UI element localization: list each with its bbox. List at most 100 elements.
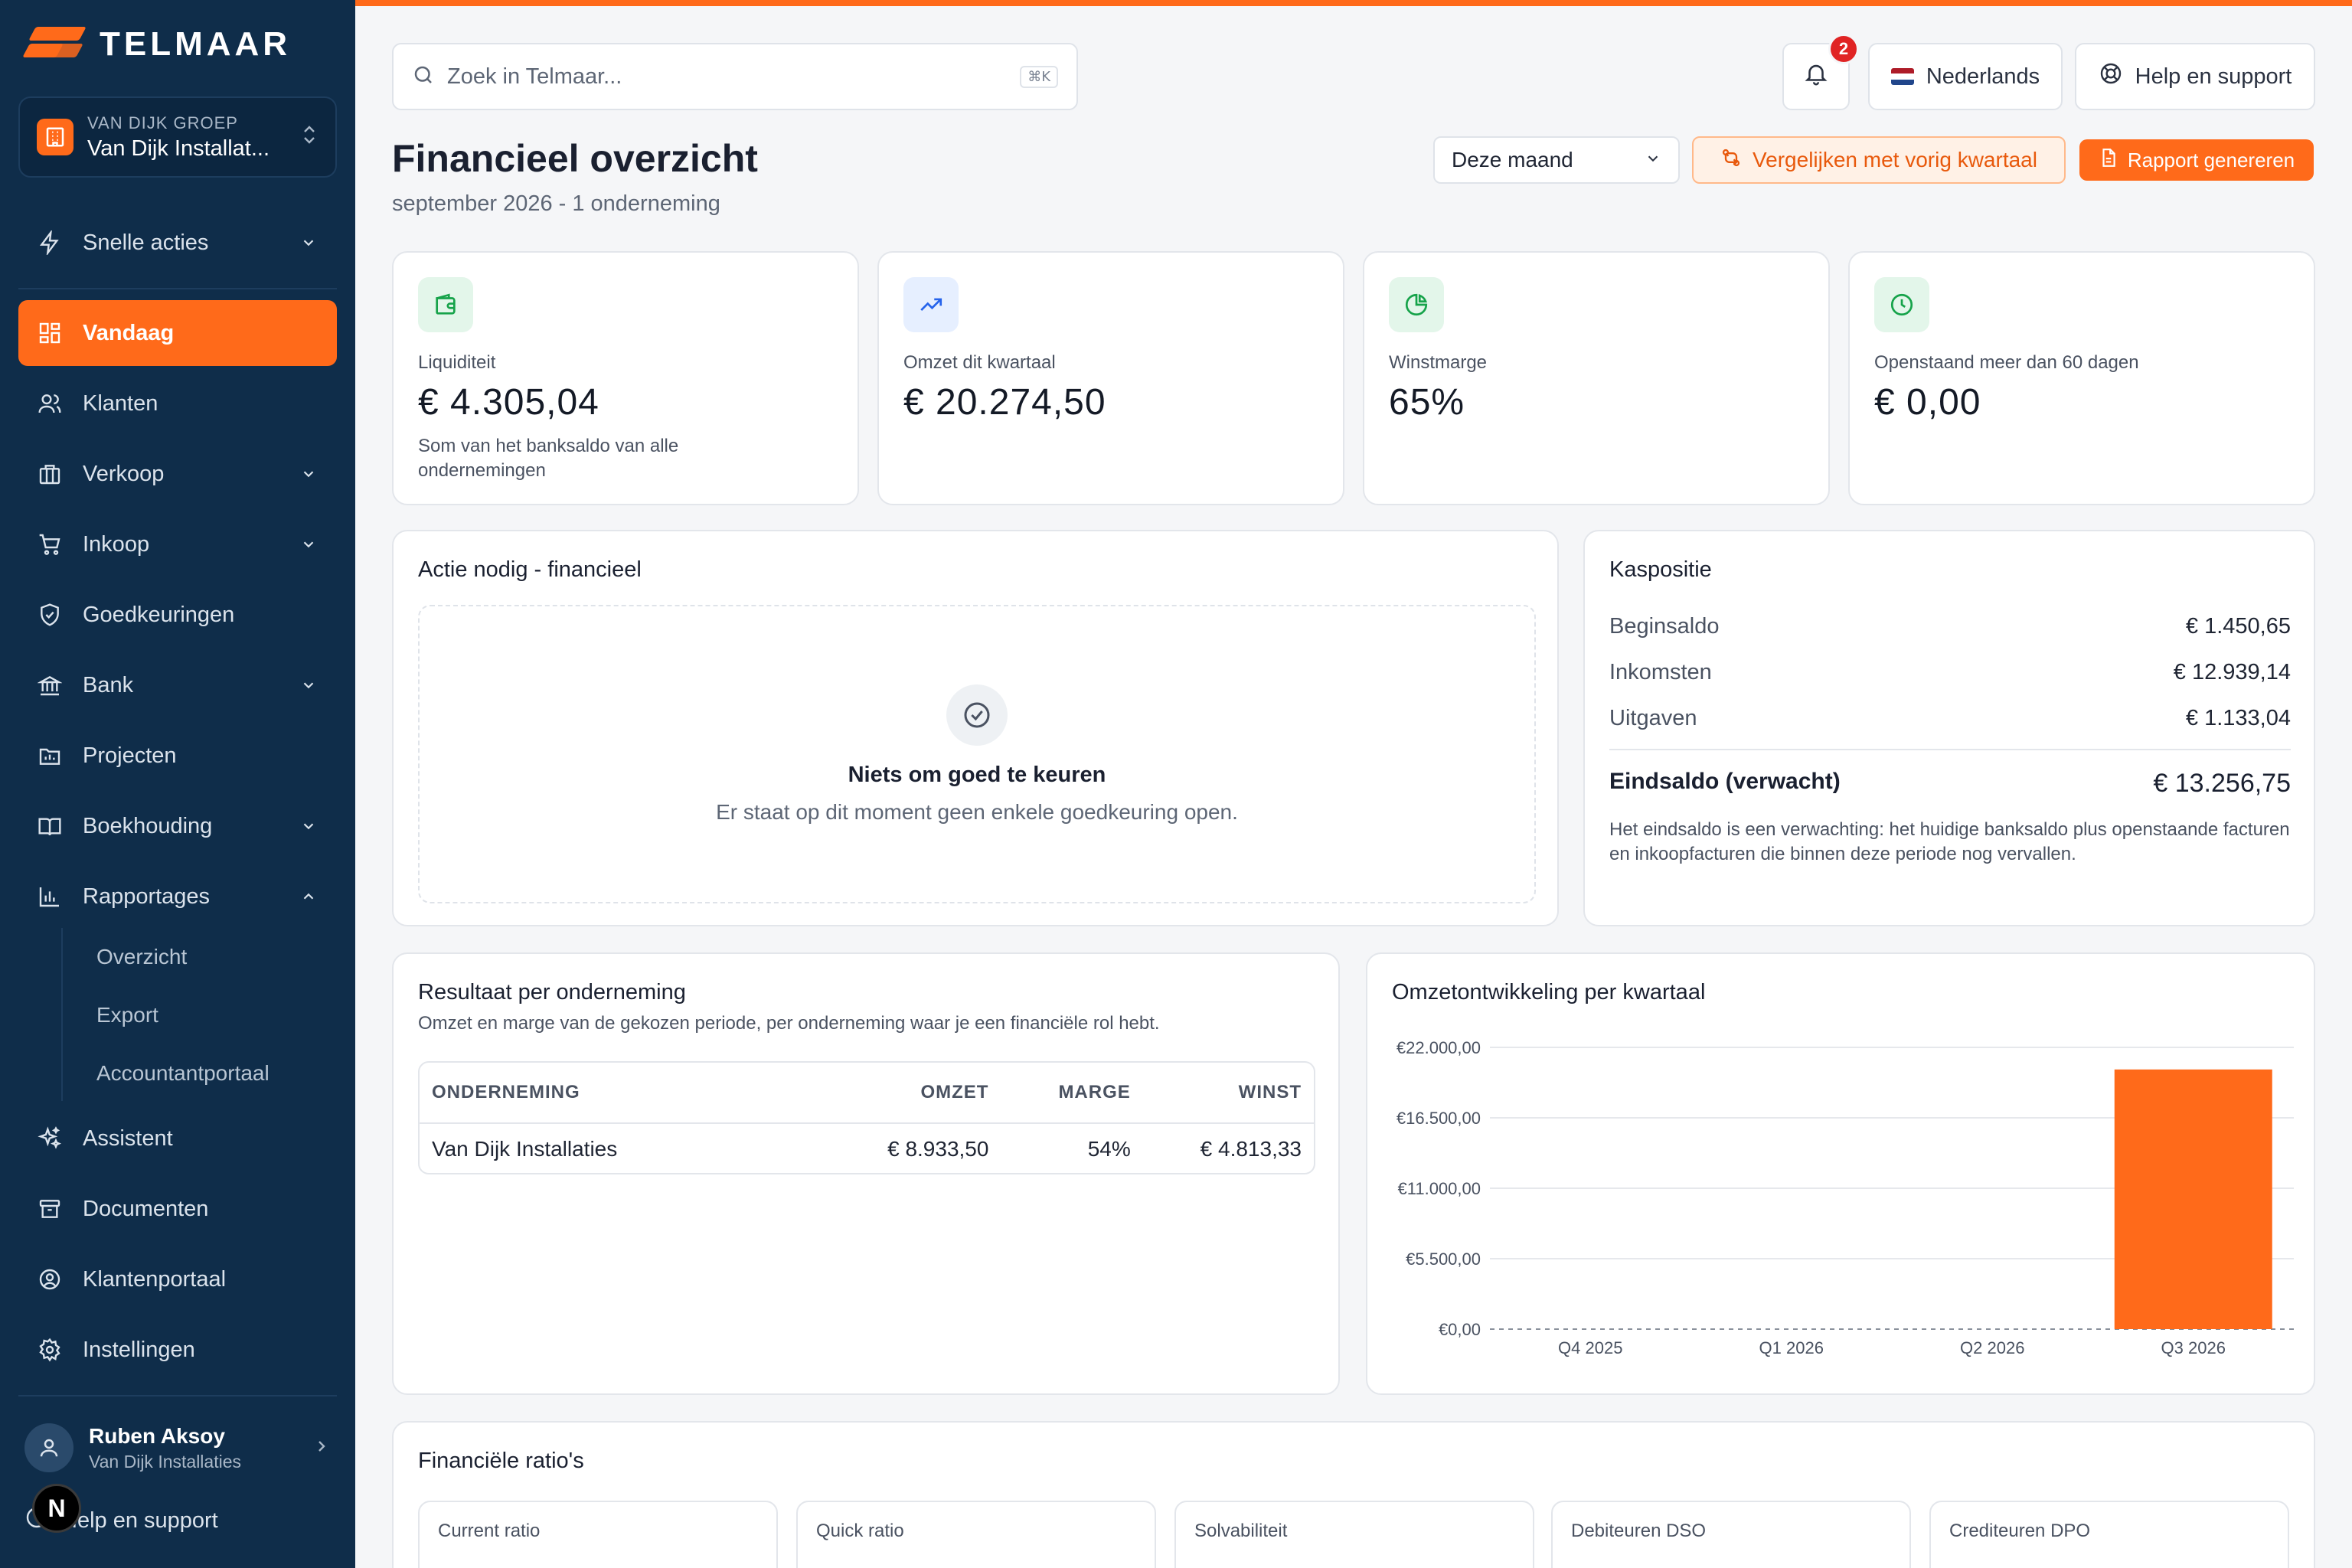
col-winst[interactable]: WINST (1131, 1082, 1302, 1103)
kaspositie-title: Kaspositie (1609, 557, 1712, 582)
nav-label: Instellingen (83, 1337, 195, 1362)
nav-klantenportaal[interactable]: Klantenportaal (18, 1246, 337, 1312)
chevron-down-icon (299, 464, 318, 484)
nav-label: Vandaag (83, 320, 175, 345)
help-support-button[interactable]: Help en support (2075, 43, 2315, 110)
kas-row-inkomsten: Inkomsten € 12.939,14 (1609, 660, 2291, 685)
actie-nodig-title: Actie nodig - financieel (418, 557, 642, 582)
nav-boekhouding[interactable]: Boekhouding (18, 793, 337, 859)
nav-sub-export[interactable]: Export (96, 1003, 158, 1027)
nav-inkoop[interactable]: Inkoop (18, 511, 337, 577)
page-title: Financieel overzicht (392, 137, 758, 180)
org-switcher[interactable]: VAN DIJK GROEP Van Dijk Installat... (18, 96, 337, 178)
ratio-card-solvabiliteit[interactable]: Solvabiliteit (1174, 1501, 1534, 1568)
notifications-button[interactable]: 2 (1782, 34, 1859, 110)
top-accent-bar (355, 0, 2352, 6)
nav-label: Rapportages (83, 884, 211, 909)
period-select[interactable]: Deze maand (1433, 136, 1680, 184)
trending-up-icon (903, 277, 959, 332)
compare-quarter-label: Vergelijken met vorig kwartaal (1753, 148, 2037, 172)
chart-bar (2114, 1069, 2272, 1329)
nav-rapportages[interactable]: Rapportages (18, 864, 337, 929)
nav-divider (18, 288, 337, 289)
nav-goedkeuringen[interactable]: Goedkeuringen (18, 582, 337, 648)
bell-icon (1803, 60, 1829, 93)
user-org: Van Dijk Installaties (89, 1451, 241, 1472)
store-icon (37, 461, 63, 487)
chart-y-tick-label: €16.500,00 (1396, 1109, 1481, 1128)
col-marge[interactable]: MARGE (988, 1082, 1130, 1103)
search-input[interactable] (447, 64, 1021, 90)
lightning-icon (37, 230, 63, 256)
omzet-chart-card: Omzetontwikkeling per kwartaal €0,00 €5.5… (1366, 952, 2315, 1395)
chart-x-tick-label: Q4 2025 (1558, 1338, 1622, 1357)
resultaat-title: Resultaat per onderneming (418, 980, 686, 1004)
chevron-down-icon (299, 233, 318, 253)
user-circle-icon (37, 1266, 63, 1292)
chevron-down-icon (299, 675, 318, 695)
chart-y-tick-label: €0,00 (1439, 1320, 1481, 1339)
flag-nl-icon (1890, 68, 1914, 85)
chart-x-tick-label: Q2 2026 (1960, 1338, 2024, 1357)
nav-vandaag[interactable]: Vandaag (18, 300, 337, 366)
cell-omzet: € 8.933,50 (887, 1137, 989, 1161)
nav-sub-accountantportaal[interactable]: Accountantportaal (96, 1061, 270, 1086)
nav-label: Boekhouding (83, 813, 213, 838)
kpi-card-openstaand: Openstaand meer dan 60 dagen € 0,00 (1848, 251, 2315, 505)
nav-label: Assistent (83, 1125, 173, 1151)
language-button[interactable]: Nederlands (1868, 43, 2063, 110)
kas-total-value: € 13.256,75 (2153, 769, 2291, 798)
table-row[interactable]: Van Dijk Installaties € 8.933,50 54% € 4… (420, 1124, 1314, 1173)
nav-projecten[interactable]: Projecten (18, 723, 337, 789)
kas-value: € 1.450,65 (2185, 614, 2291, 639)
nav-snelle-acties[interactable]: Snelle acties (18, 210, 337, 276)
ratio-label: Solvabiliteit (1194, 1521, 1288, 1541)
user-menu[interactable]: Ruben Aksoy Van Dijk Installaties (24, 1421, 331, 1475)
ratio-card-quick[interactable]: Quick ratio (796, 1501, 1156, 1568)
ratio-card-current[interactable]: Current ratio (418, 1501, 778, 1568)
lifebuoy-icon (2099, 61, 2123, 92)
ratio-label: Debiteuren DSO (1571, 1521, 1707, 1541)
nav-instellingen[interactable]: Instellingen (18, 1317, 337, 1383)
actie-nodig-card: Actie nodig - financieel Niets om goed t… (392, 530, 1559, 926)
nav-klanten[interactable]: Klanten (18, 371, 337, 436)
nav-assistent[interactable]: Assistent (18, 1106, 337, 1171)
nav-label: Bank (83, 672, 134, 697)
org-group-label: VAN DIJK GROEP (87, 113, 238, 132)
bank-icon (37, 672, 63, 698)
kpi-value: € 4.305,04 (418, 382, 599, 423)
search-bar[interactable]: ⌘K (392, 43, 1078, 110)
n-badge[interactable]: N (32, 1484, 81, 1533)
check-circle-icon (946, 684, 1008, 746)
chart-x-tick-label: Q3 2026 (2161, 1338, 2226, 1357)
page-subtitle: september 2026 - 1 onderneming (392, 191, 720, 216)
chevron-down-icon (299, 534, 318, 554)
generate-report-label: Rapport genereren (2127, 148, 2295, 172)
chevron-up-icon (299, 887, 318, 906)
document-icon (2099, 148, 2118, 173)
compare-arrows-icon (1720, 147, 1742, 174)
col-onderneming[interactable]: ONDERNEMING (432, 1082, 798, 1103)
logo[interactable]: TELMAAR (22, 23, 291, 66)
ratio-card-dpo[interactable]: Crediteuren DPO (1929, 1501, 2289, 1568)
nav-verkoop[interactable]: Verkoop (18, 441, 337, 507)
kas-row-beginsaldo: Beginsaldo € 1.450,65 (1609, 614, 2291, 639)
compare-quarter-button[interactable]: Vergelijken met vorig kwartaal (1692, 136, 2066, 184)
nav-label: Klantenportaal (83, 1266, 227, 1292)
kpi-label: Omzet dit kwartaal (903, 352, 1056, 373)
sparkles-icon (37, 1125, 63, 1152)
kpi-card-omzet: Omzet dit kwartaal € 20.274,50 (877, 251, 1344, 505)
period-select-value: Deze maand (1452, 148, 1573, 172)
ratio-card-dso[interactable]: Debiteuren DSO (1551, 1501, 1911, 1568)
kpi-label: Liquiditeit (418, 352, 496, 373)
nav-documenten[interactable]: Documenten (18, 1176, 337, 1242)
nav-label: Snelle acties (83, 230, 209, 255)
ratio-label: Quick ratio (816, 1521, 904, 1541)
notifications-count-badge: 2 (1828, 34, 1859, 64)
nav-sub-overzicht[interactable]: Overzicht (96, 945, 187, 969)
nav-bank[interactable]: Bank (18, 652, 337, 718)
kas-label: Uitgaven (1609, 706, 1697, 730)
kpi-label: Winstmarge (1389, 352, 1488, 373)
col-omzet[interactable]: OMZET (798, 1082, 988, 1103)
generate-report-button[interactable]: Rapport genereren (2079, 139, 2314, 181)
